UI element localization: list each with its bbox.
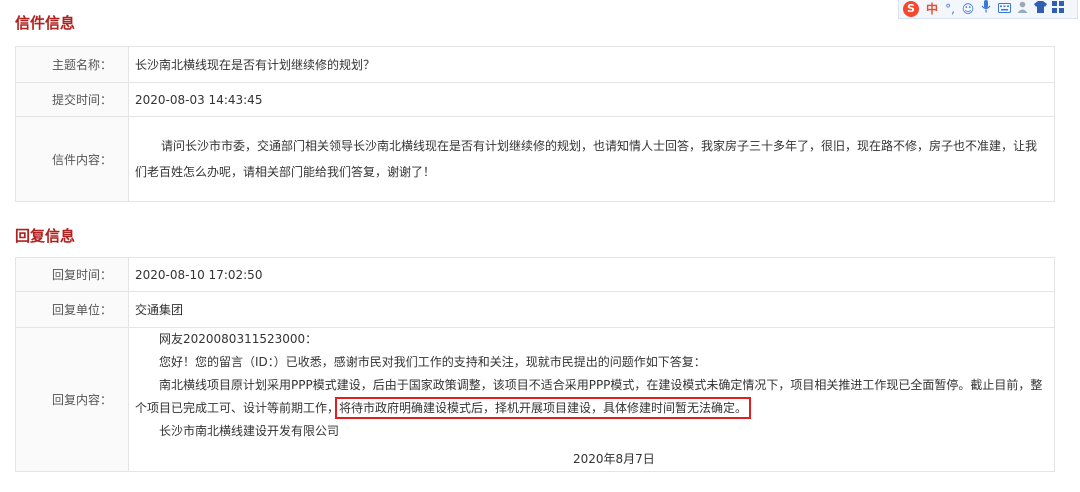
reply-content-row: 回复内容： 网友2020080311523000： 您好！您的留言（ID：）已收…	[15, 327, 1055, 472]
reply-info-table: 回复时间： 2020-08-10 17:02:50 回复单位： 交通集团 回复内…	[15, 257, 1055, 472]
reply-signer: 长沙市南北横线建设开发有限公司	[159, 424, 340, 438]
letter-section-title: 信件信息	[15, 14, 76, 32]
reply-sign-date: 2020年8月7日	[573, 452, 655, 466]
keyboard-icon[interactable]	[995, 0, 1013, 18]
reply-body: 南北横线项目原计划采用PPP模式建设，后由于国家政策调整，该项目不适合采用PPP…	[135, 374, 1046, 420]
toolbox-icon[interactable]	[1049, 0, 1067, 18]
letter-content-text: 请问长沙市市委，交通部门相关领导长沙南北横线现在是否有计划继续修的规划，也请知情…	[135, 139, 1038, 179]
reply-content-label: 回复内容：	[15, 327, 129, 472]
reply-highlight: 将待市政府明确建设模式后，择机开展项目建设，具体修建时间暂无法确定。	[335, 397, 752, 419]
letter-content-label: 信件内容：	[15, 116, 129, 202]
letter-info-table: 主题名称： 长沙南北横线现在是否有计划继续修的规划？ 提交时间： 2020-08…	[15, 46, 1055, 202]
subject-label: 主题名称：	[15, 46, 129, 83]
reply-section-title: 回复信息	[15, 227, 76, 245]
reply-intro: 您好！您的留言（ID：）已收悉，感谢市民对我们工作的支持和关注，现就市民提出的问…	[159, 355, 706, 369]
reply-greeting: 网友2020080311523000：	[159, 332, 318, 346]
microphone-icon[interactable]	[977, 0, 995, 18]
ime-toolbar: S 中 °, ☺	[898, 0, 1078, 19]
reply-unit-value: 交通集团	[128, 291, 1055, 328]
submit-time-label: 提交时间：	[15, 82, 129, 117]
sogou-logo-icon[interactable]: S	[903, 1, 919, 17]
subject-value: 长沙南北横线现在是否有计划继续修的规划？	[128, 46, 1055, 83]
subject-row: 主题名称： 长沙南北横线现在是否有计划继续修的规划？	[15, 46, 1055, 83]
submit-time-row: 提交时间： 2020-08-03 14:43:45	[15, 82, 1055, 117]
letter-content-cell: 请问长沙市市委，交通部门相关领导长沙南北横线现在是否有计划继续修的规划，也请知情…	[128, 116, 1055, 202]
reply-content-cell: 网友2020080311523000： 您好！您的留言（ID：）已收悉，感谢市民…	[128, 327, 1055, 472]
reply-time-row: 回复时间： 2020-08-10 17:02:50	[15, 257, 1055, 292]
reply-time-label: 回复时间：	[15, 257, 129, 292]
chinese-mode-toggle[interactable]: 中	[923, 0, 941, 18]
emoji-icon[interactable]: ☺	[959, 0, 977, 18]
reply-unit-row: 回复单位： 交通集团	[15, 291, 1055, 328]
skin-icon[interactable]	[1031, 0, 1049, 18]
letter-content-row: 信件内容： 请问长沙市市委，交通部门相关领导长沙南北横线现在是否有计划继续修的规…	[15, 116, 1055, 202]
user-icon[interactable]	[1013, 0, 1031, 18]
punctuation-icon[interactable]: °,	[941, 0, 959, 18]
reply-time-value: 2020-08-10 17:02:50	[128, 257, 1055, 292]
reply-unit-label: 回复单位：	[15, 291, 129, 328]
submit-time-value: 2020-08-03 14:43:45	[128, 82, 1055, 117]
